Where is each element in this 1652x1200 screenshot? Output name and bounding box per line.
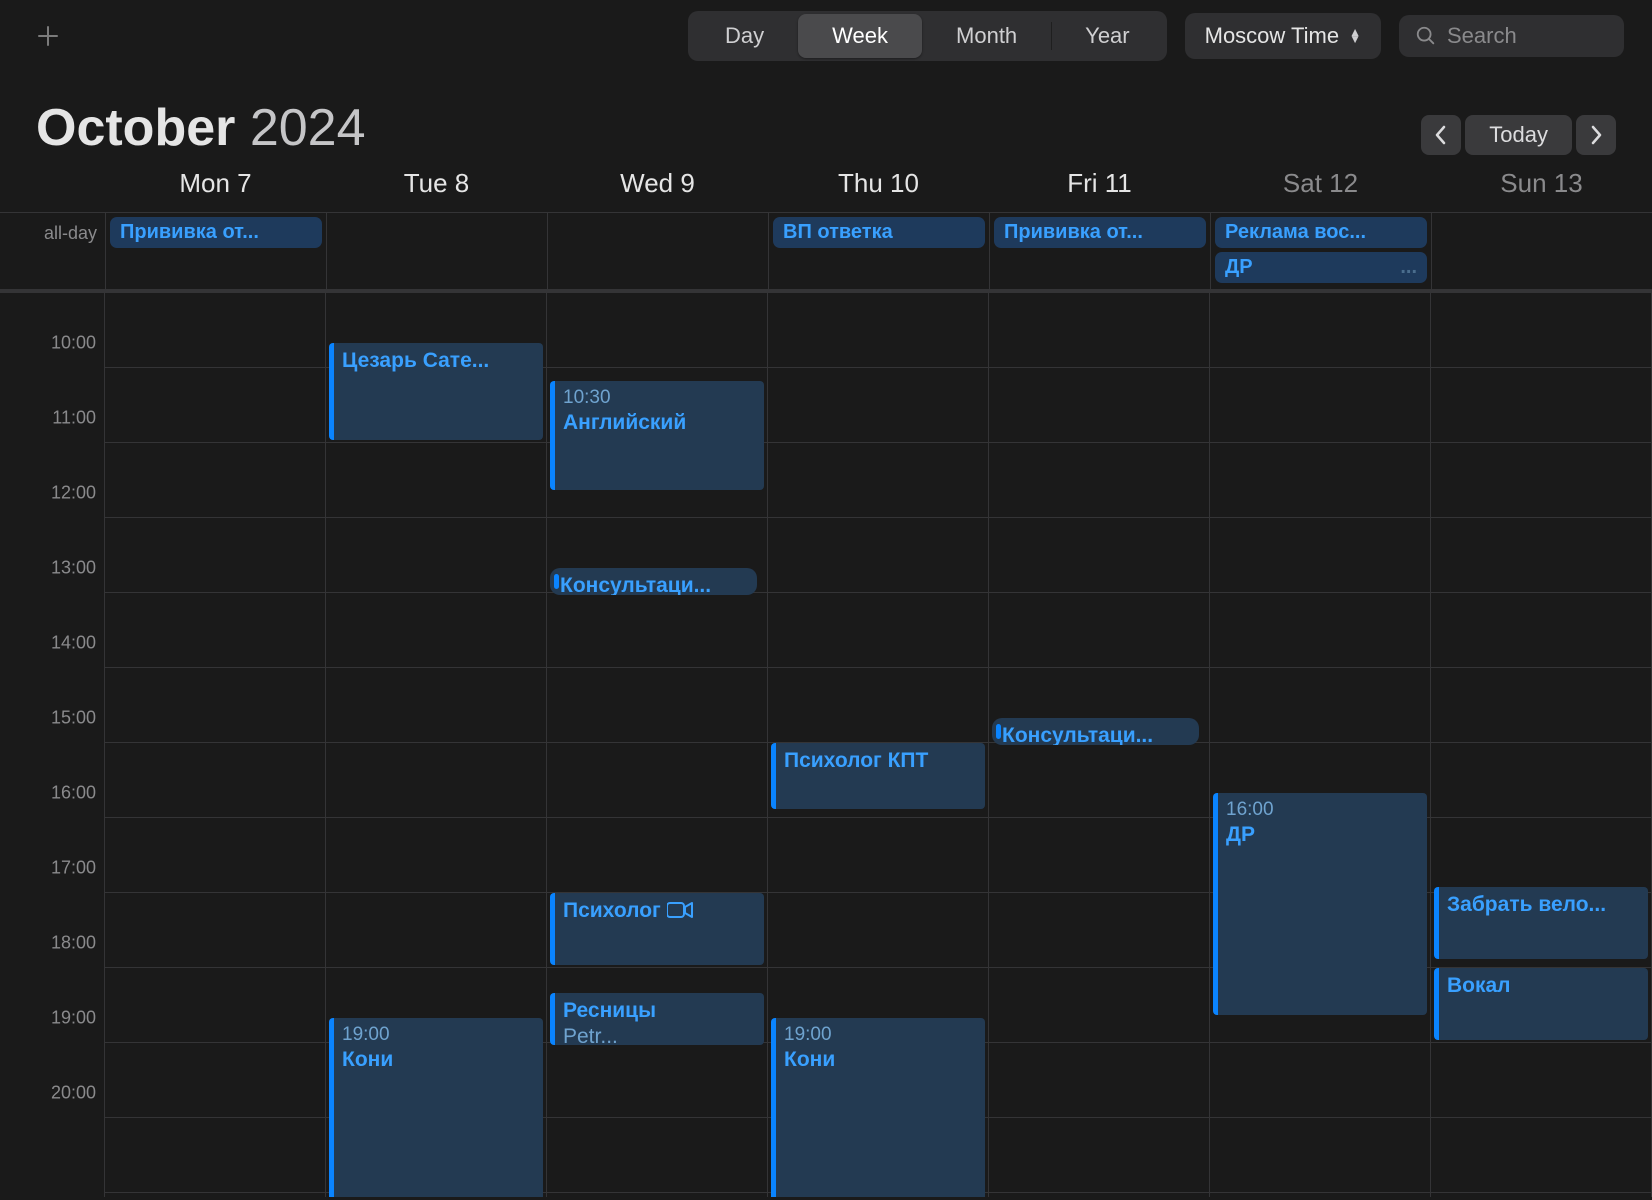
search-placeholder: Search: [1447, 23, 1517, 49]
timezone-select[interactable]: Moscow Time ▲▼: [1185, 13, 1381, 59]
chevron-right-icon: [1589, 125, 1603, 145]
time-label: 12:00: [51, 483, 96, 504]
calendar-event[interactable]: Консультаци...: [992, 718, 1199, 745]
time-label: 20:00: [51, 1083, 96, 1104]
allday-event[interactable]: Прививка от...: [110, 217, 322, 248]
calendar-grid: 10:00 11:00 12:00 13:00 14:00 15:00 16:00 17:00…: [0, 293, 1652, 1197]
allday-column[interactable]: Прививка от...: [105, 213, 326, 289]
day-header[interactable]: Wed 9: [547, 168, 768, 199]
week-nav: Today: [1421, 115, 1616, 155]
allday-label: all-day: [0, 213, 105, 289]
allday-column[interactable]: [1431, 213, 1652, 289]
view-segmented-control: Day Week Month Year: [688, 11, 1167, 61]
day-column[interactable]: [105, 293, 326, 1197]
chevron-updown-icon: ▲▼: [1349, 29, 1361, 43]
time-label: 14:00: [51, 633, 96, 654]
day-column[interactable]: 10:30Английский Консультаци... Психолог Рес…: [547, 293, 768, 1197]
allday-column[interactable]: [547, 213, 768, 289]
time-label: 10:00: [51, 333, 96, 354]
allday-event[interactable]: ДР...: [1215, 252, 1427, 283]
calendar-event[interactable]: Ресницы Petr...: [550, 993, 764, 1046]
allday-column[interactable]: ВП ответка: [768, 213, 989, 289]
calendar-event[interactable]: 10:30Английский: [550, 381, 764, 491]
video-icon: [667, 901, 693, 919]
day-header[interactable]: Fri 11: [989, 168, 1210, 199]
day-column[interactable]: Цезарь Сате... 19:00Кони: [326, 293, 547, 1197]
day-header[interactable]: Tue 8: [326, 168, 547, 199]
chevron-left-icon: [1434, 125, 1448, 145]
timezone-label: Moscow Time: [1205, 23, 1339, 49]
time-label: 11:00: [52, 408, 96, 429]
allday-column[interactable]: Реклама вос... ДР...: [1210, 213, 1431, 289]
allday-column[interactable]: Прививка от...: [989, 213, 1210, 289]
search-box[interactable]: Search: [1399, 15, 1624, 57]
page-title: October 2024: [36, 98, 366, 158]
time-label: 17:00: [51, 858, 96, 879]
view-month[interactable]: Month: [922, 14, 1051, 58]
day-header[interactable]: Sat 12: [1210, 168, 1431, 199]
calendar-event[interactable]: Забрать вело...: [1434, 887, 1648, 959]
view-day[interactable]: Day: [691, 14, 798, 58]
calendar-event[interactable]: 16:00ДР: [1213, 793, 1427, 1015]
day-column[interactable]: Забрать вело... Вокал: [1431, 293, 1652, 1197]
allday-event[interactable]: ВП ответка: [773, 217, 985, 248]
time-label: 19:00: [51, 1008, 96, 1029]
view-year[interactable]: Year: [1051, 14, 1163, 58]
calendar-event[interactable]: Консультаци...: [550, 568, 757, 595]
day-header[interactable]: Mon 7: [105, 168, 326, 199]
next-week-button[interactable]: [1576, 115, 1616, 155]
event-grid[interactable]: Цезарь Сате... 19:00Кони 10:30Английский Ко…: [105, 293, 1652, 1197]
allday-column[interactable]: [326, 213, 547, 289]
title-year: 2024: [250, 99, 366, 157]
calendar-event[interactable]: Вокал: [1434, 968, 1648, 1040]
time-gutter: 10:00 11:00 12:00 13:00 14:00 15:00 16:00 17:00…: [0, 293, 105, 1197]
prev-week-button[interactable]: [1421, 115, 1461, 155]
calendar-event[interactable]: 19:00Кони: [771, 1018, 985, 1197]
calendar-event[interactable]: 19:00Кони: [329, 1018, 543, 1197]
allday-event[interactable]: Реклама вос...: [1215, 217, 1427, 248]
today-button[interactable]: Today: [1465, 115, 1572, 155]
time-label: 15:00: [51, 708, 96, 729]
day-column[interactable]: Психолог КПТ 19:00Кони: [768, 293, 989, 1197]
title-month: October: [36, 99, 235, 157]
time-label: 16:00: [51, 783, 96, 804]
search-icon: [1415, 25, 1437, 47]
time-label: 18:00: [51, 933, 96, 954]
day-header-row: Mon 7Tue 8Wed 9Thu 10Fri 11Sat 12Sun 13: [0, 168, 1652, 212]
day-column[interactable]: Консультаци...: [989, 293, 1210, 1197]
calendar-event[interactable]: Психолог КПТ: [771, 743, 985, 809]
allday-row: all-day Прививка от... ВП ответка Прививка…: [0, 212, 1652, 293]
time-label: 13:00: [51, 558, 96, 579]
calendar-event[interactable]: Психолог: [550, 893, 764, 965]
day-column[interactable]: 16:00ДР: [1210, 293, 1431, 1197]
calendar-event[interactable]: Цезарь Сате...: [329, 343, 543, 440]
allday-event[interactable]: Прививка от...: [994, 217, 1206, 248]
day-header[interactable]: Sun 13: [1431, 168, 1652, 199]
add-event-button[interactable]: [28, 16, 68, 56]
view-week[interactable]: Week: [798, 14, 922, 58]
day-header[interactable]: Thu 10: [768, 168, 989, 199]
